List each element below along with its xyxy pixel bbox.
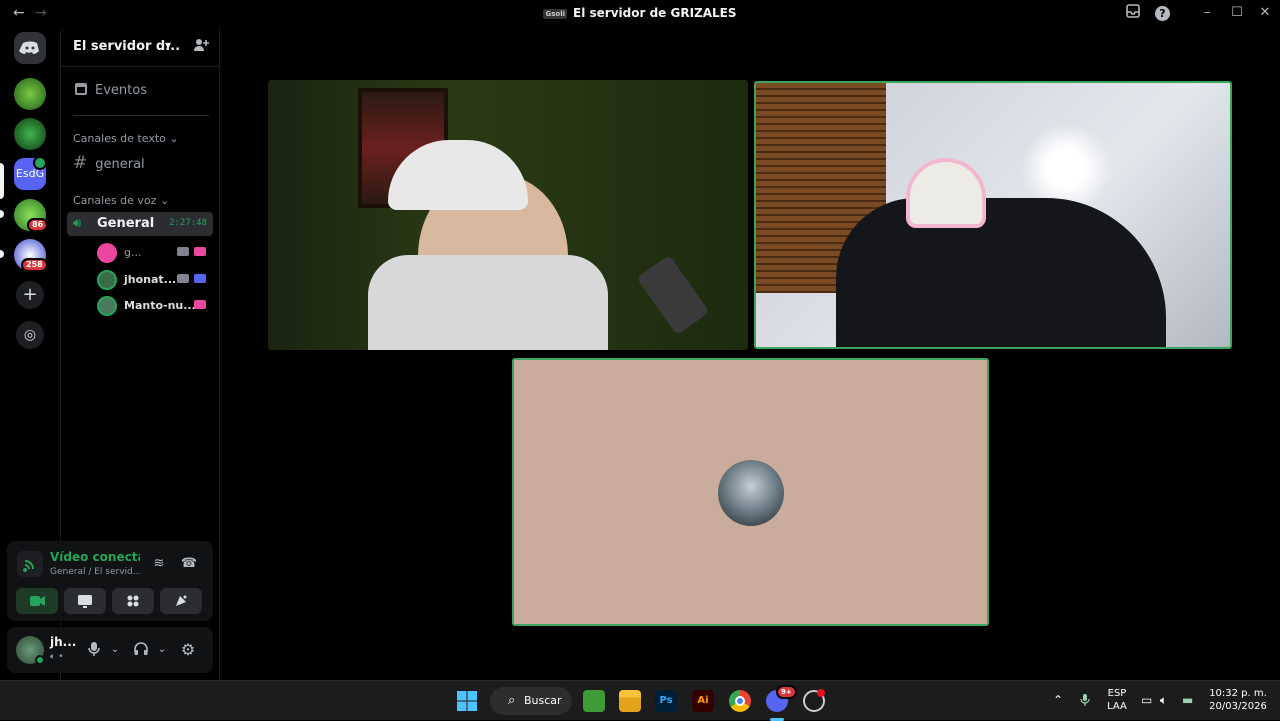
participant-body — [836, 198, 1166, 347]
microphone-prop — [636, 254, 710, 336]
voice-channel-general[interactable]: 🔊︎ General 2:27:48 — [67, 212, 213, 236]
unread-indicator — [0, 210, 4, 218]
inbox-icon[interactable] — [1124, 4, 1142, 22]
chevron-up-icon[interactable]: ⌃ — [1053, 693, 1063, 707]
avatar — [97, 296, 117, 316]
illustrator-icon[interactable]: Ai — [692, 690, 714, 712]
active-server-indicator — [0, 163, 4, 199]
video-tile-avatar[interactable] — [512, 358, 989, 626]
calendar-icon — [75, 83, 87, 95]
mention-badge: 86 — [27, 218, 49, 232]
server-tag: Gsoli — [543, 8, 568, 19]
server-icon-1[interactable] — [14, 78, 46, 110]
chevron-down-icon: ⌄ — [169, 132, 179, 145]
microphone-icon[interactable] — [1079, 693, 1091, 710]
voice-user[interactable]: g... — [97, 241, 213, 263]
voice-status-panel: Vídeo conectac General / El servid... ≋ … — [7, 541, 213, 621]
hash-icon: # — [73, 153, 88, 173]
discord-home-icon[interactable] — [14, 32, 46, 64]
camera-button[interactable] — [16, 588, 58, 614]
participant-cap — [906, 158, 986, 228]
camera-icon — [177, 274, 189, 283]
participant-avatar — [718, 460, 784, 526]
speaker-icon: 🔊︎ — [73, 216, 82, 231]
voice-user[interactable]: jhonat... — [97, 268, 213, 290]
volume-icon[interactable]: 🔈︎ — [1160, 693, 1167, 708]
window-title: Gsoli El servidor de GRIZALES — [543, 6, 737, 20]
minimize-icon[interactable]: – — [1198, 4, 1216, 22]
events-item[interactable]: Eventos — [75, 83, 147, 98]
user-panel: jh... 🔈︎ • ⌄ ⌄ ⚙ — [7, 627, 213, 673]
text-category[interactable]: Canales de texto ⌄ — [73, 132, 179, 145]
close-icon[interactable]: ✕ — [1256, 4, 1274, 22]
server-name: El servidor d... — [73, 39, 181, 54]
minecraft-icon[interactable] — [583, 690, 605, 712]
speaker-icon: 🔈︎ — [50, 652, 56, 662]
video-tile-speaking[interactable] — [754, 81, 1232, 349]
online-status-icon — [35, 655, 45, 665]
channel-general[interactable]: # general — [73, 153, 145, 173]
activity-icon — [194, 247, 206, 256]
unread-indicator — [0, 250, 4, 258]
chrome-icon[interactable] — [729, 690, 751, 712]
noise-suppression-icon[interactable]: ≋ — [149, 554, 169, 574]
language-indicator[interactable]: ESP LAA — [1103, 687, 1131, 713]
file-explorer-icon[interactable] — [619, 690, 641, 712]
divider — [73, 115, 209, 116]
gamepad-icon — [194, 274, 206, 283]
help-icon[interactable]: ? — [1155, 6, 1170, 21]
search-icon: ⌕ — [508, 693, 516, 708]
battery-icon[interactable]: ▬ — [1182, 693, 1193, 707]
disconnect-icon[interactable]: ☎︎ — [179, 554, 199, 574]
settings-gear-icon[interactable]: ⚙ — [179, 641, 197, 659]
voice-status-label: Vídeo conectac — [50, 550, 140, 564]
username: jh... — [50, 635, 77, 649]
activities-button[interactable] — [112, 588, 154, 614]
video-tile[interactable] — [268, 80, 748, 350]
activity-icon — [194, 300, 206, 309]
screen-share-button[interactable] — [64, 588, 106, 614]
avatar — [97, 243, 117, 263]
clock[interactable]: 10:32 p. m. 20/03/2026 — [1206, 687, 1270, 713]
taskbar: ⌕ Buscar Ps Ai 9+ ⌃ ESP LAA ▭ 🔈︎ ▬ 10:32… — [0, 680, 1280, 721]
voice-user[interactable]: Manto-nu... — [97, 294, 213, 316]
notification-dot — [817, 689, 825, 697]
maximize-icon[interactable]: ☐ — [1228, 4, 1246, 22]
network-icon[interactable]: ▭ — [1141, 693, 1152, 707]
chevron-down-icon: ▾ — [165, 38, 172, 52]
windows-start-icon[interactable] — [456, 690, 478, 712]
server-voice-indicator — [33, 156, 47, 170]
microphone-icon[interactable] — [85, 641, 103, 659]
mention-badge: 258 — [21, 258, 48, 272]
participant-shirt — [368, 255, 608, 350]
soundboard-button[interactable] — [160, 588, 202, 614]
camera-icon — [177, 247, 189, 256]
discover-icon[interactable]: ◎ — [16, 321, 44, 349]
voice-location[interactable]: General / El servid... — [50, 567, 140, 577]
title-bar: ← → Gsoli El servidor de GRIZALES ? – ☐ ✕ — [0, 0, 1280, 27]
chevron-down-icon[interactable]: ⌄ — [106, 641, 124, 659]
signal-icon — [17, 551, 43, 577]
discord-window: ← → Gsoli El servidor de GRIZALES ? – ☐ ✕… — [0, 0, 1280, 680]
avatar — [97, 270, 117, 290]
call-timer: 2:27:48 — [169, 218, 207, 228]
server-icon-2[interactable] — [14, 118, 46, 150]
notification-badge: 9+ — [776, 685, 797, 699]
photoshop-icon[interactable]: Ps — [655, 690, 677, 712]
video-grid — [221, 27, 1280, 680]
taskbar-search[interactable]: ⌕ Buscar — [490, 687, 572, 715]
user-status-line: 🔈︎ • — [50, 652, 64, 662]
invite-user-icon[interactable] — [193, 37, 209, 53]
add-server-icon[interactable]: + — [16, 281, 44, 309]
headphones-icon[interactable] — [132, 641, 150, 659]
chevron-down-icon[interactable]: ⌄ — [153, 641, 171, 659]
chevron-down-icon: ⌄ — [159, 194, 170, 207]
server-header[interactable]: El servidor d... ▾ — [61, 27, 221, 67]
voice-category[interactable]: Canales de voz ⌄ — [73, 194, 169, 207]
